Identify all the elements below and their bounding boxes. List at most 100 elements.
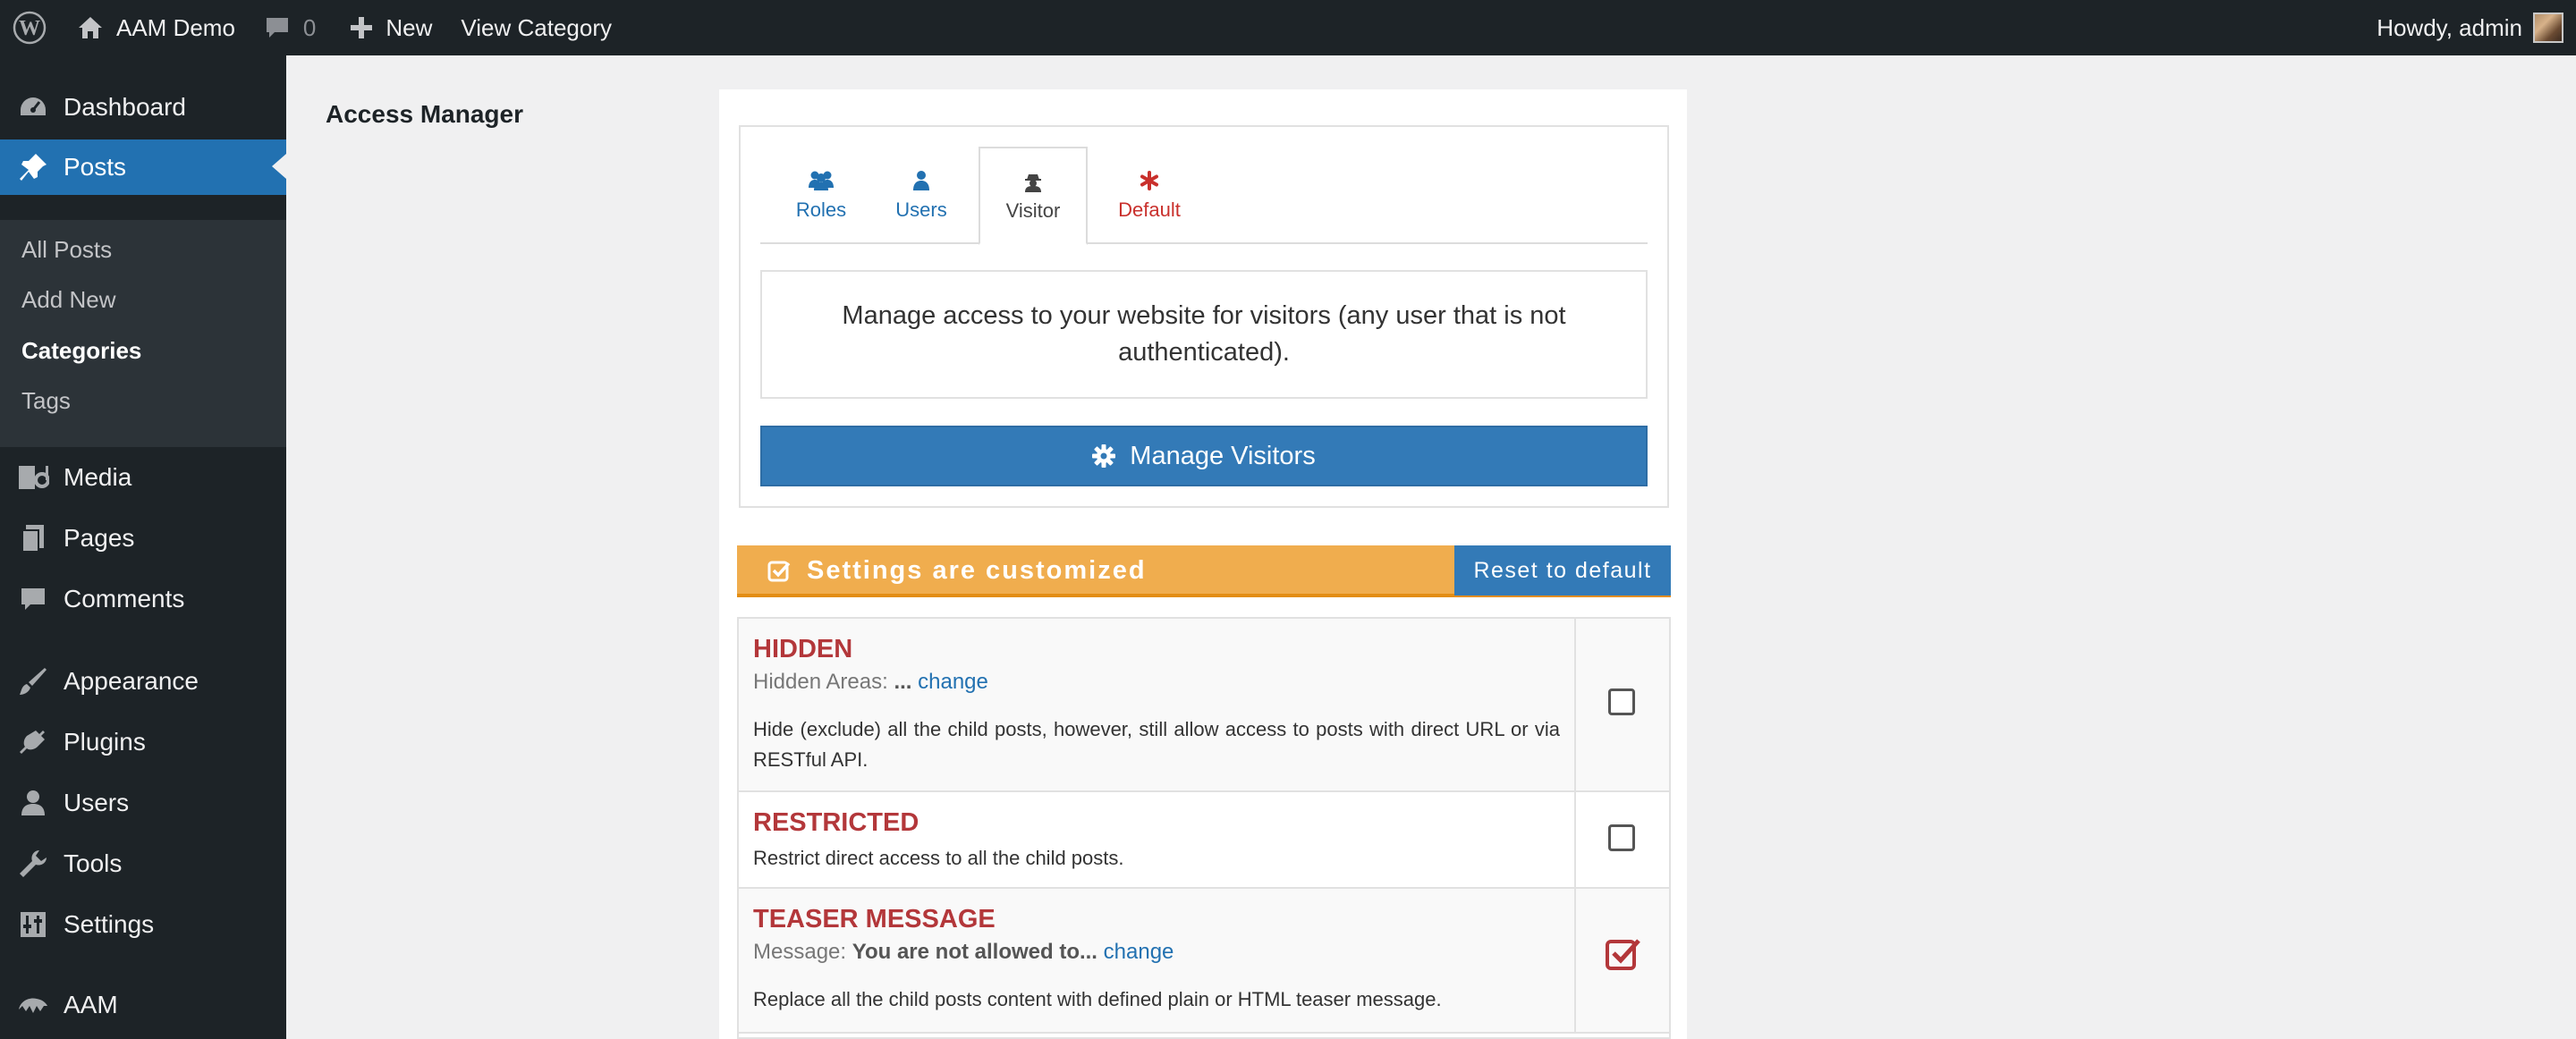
change-link[interactable]: change — [1104, 940, 1174, 964]
comment-icon — [266, 18, 288, 38]
option-info: TEASER MESSAGE Message: You are not allo… — [739, 889, 1576, 1032]
sidebar-item-label: Settings — [64, 910, 155, 938]
sidebar-item-settings[interactable]: Settings — [0, 898, 286, 951]
tab-label: Visitor — [1005, 199, 1061, 222]
view-category-label: View Category — [461, 13, 613, 41]
sidebar-item-label: Posts — [64, 153, 127, 181]
sidebar-item-appearance[interactable]: Appearance — [0, 655, 286, 708]
sidebar-item-label: Pages — [64, 524, 135, 552]
sidebar-item-label: Dashboard — [64, 93, 186, 121]
option-toggle-cell — [1576, 619, 1669, 790]
sidebar-item-comments[interactable]: Comments — [0, 572, 286, 626]
manage-visitors-label: Manage Visitors — [1130, 441, 1316, 470]
page-title: Access Manager — [326, 100, 524, 128]
sidebar-item-label: Users — [64, 789, 130, 816]
sidebar-item-tools[interactable]: Tools — [0, 837, 286, 891]
sidebar-item-label: Media — [64, 463, 132, 491]
checkbox-checked-icon — [767, 560, 791, 587]
svg-text:W: W — [19, 17, 40, 40]
gear-icon — [1092, 444, 1116, 468]
option-title: TEASER MESSAGE — [753, 905, 996, 933]
reset-to-default-button[interactable]: Reset to default — [1454, 545, 1671, 596]
hidden-checkbox[interactable] — [1608, 688, 1635, 715]
access-options-table: HIDDEN Hidden Areas: ... change Hide (ex… — [737, 617, 1671, 1039]
site-name-link[interactable]: AAM Demo — [77, 0, 235, 55]
visitor-icon — [1024, 169, 1042, 194]
sidebar-item-media[interactable]: Media — [0, 451, 286, 504]
new-content-link[interactable]: New — [350, 0, 432, 55]
pin-icon — [15, 149, 51, 185]
sidebar-item-pages[interactable]: Pages — [0, 511, 286, 565]
restricted-checkbox[interactable] — [1608, 824, 1635, 851]
user-icon — [15, 785, 51, 821]
option-title: HIDDEN — [753, 635, 853, 663]
site-name: AAM Demo — [116, 13, 235, 41]
plug-icon — [15, 724, 51, 760]
view-category-link[interactable]: View Category — [461, 0, 612, 55]
tab-users[interactable]: Users — [877, 147, 966, 243]
users-group-icon — [808, 168, 835, 193]
submenu-item-add-new[interactable]: Add New — [21, 286, 116, 314]
option-description: Hide (exclude) all the child posts, howe… — [753, 718, 1560, 771]
plus-icon — [351, 17, 373, 38]
sidebar-item-label: Comments — [64, 585, 185, 612]
sidebar-item-label: AAM — [64, 991, 118, 1018]
option-meta-value: ... — [894, 670, 912, 694]
option-description: Restrict direct access to all the child … — [753, 847, 1124, 869]
sidebar-item-users[interactable]: Users — [0, 776, 286, 830]
option-meta: Hidden Areas: ... change — [753, 670, 1560, 695]
manage-visitors-button[interactable]: Manage Visitors — [760, 426, 1648, 486]
sidebar-item-aam[interactable]: AAM — [0, 978, 286, 1032]
submenu-item-all-posts[interactable]: All Posts — [21, 236, 112, 264]
option-description: Replace all the child posts content with… — [753, 988, 1442, 1010]
option-info: RESTRICTED Restrict direct access to all… — [739, 792, 1576, 887]
sidebar-item-label: Plugins — [64, 728, 146, 756]
sidebar-item-dashboard[interactable]: Dashboard — [0, 80, 286, 134]
checkbox-checked-icon — [1606, 939, 1640, 970]
option-title: RESTRICTED — [753, 808, 919, 837]
tab-roles[interactable]: Roles — [775, 147, 868, 243]
settings-status-text: Settings are customized — [807, 556, 1147, 585]
teaser-message-checkbox[interactable] — [1605, 935, 1642, 971]
sidebar-item-posts[interactable]: Posts — [0, 139, 286, 195]
visitor-description: Manage access to your website for visito… — [760, 270, 1648, 399]
option-meta-value: You are not allowed to... — [852, 940, 1097, 964]
wrench-icon — [15, 846, 51, 882]
avatar[interactable] — [2533, 13, 2563, 43]
new-label: New — [386, 13, 433, 41]
comments-link[interactable]: 0 — [264, 0, 316, 55]
wordpress-logo-icon[interactable]: W — [0, 0, 59, 55]
admin-bar: W AAM Demo 0 New View Category Howdy, ad… — [0, 0, 2576, 55]
option-toggle-cell — [1576, 889, 1669, 1032]
media-icon — [15, 460, 51, 495]
change-link[interactable]: change — [918, 670, 988, 694]
my-account-link[interactable]: Howdy, admin — [2377, 0, 2522, 55]
option-meta: Message: You are not allowed to... chang… — [753, 940, 1560, 965]
option-meta-label: Hidden Areas: — [753, 670, 888, 694]
brush-icon — [15, 663, 51, 699]
tab-visitor[interactable]: Visitor — [979, 147, 1088, 245]
sidebar-item-plugins[interactable]: Plugins — [0, 715, 286, 769]
home-icon — [79, 17, 102, 38]
pages-icon — [15, 520, 51, 556]
posts-submenu: All Posts Add New Categories Tags — [0, 220, 286, 447]
tab-label: Default — [1118, 199, 1181, 221]
settings-icon — [15, 907, 51, 942]
admin-sidebar: Dashboard Posts All Posts Add New Catego… — [0, 55, 286, 1039]
option-info: HIDDEN Hidden Areas: ... change Hide (ex… — [739, 619, 1576, 790]
option-toggle-cell — [1576, 792, 1669, 887]
aam-icon — [15, 987, 51, 1023]
tab-label: Users — [895, 199, 947, 221]
submenu-item-categories[interactable]: Categories — [21, 337, 141, 365]
tab-label: Roles — [795, 199, 847, 221]
tab-default[interactable]: Default — [1102, 147, 1197, 243]
table-row: TEASER MESSAGE Message: You are not allo… — [739, 889, 1669, 1034]
howdy-label: Howdy, admin — [2377, 13, 2522, 41]
comment-icon — [15, 581, 51, 617]
comment-count: 0 — [302, 13, 317, 41]
user-icon — [912, 168, 930, 193]
sidebar-item-label: Tools — [64, 849, 123, 877]
option-meta-label: Message: — [753, 940, 847, 964]
submenu-item-tags[interactable]: Tags — [21, 387, 71, 415]
visitor-description-text: Manage access to your website for visito… — [842, 301, 1566, 367]
